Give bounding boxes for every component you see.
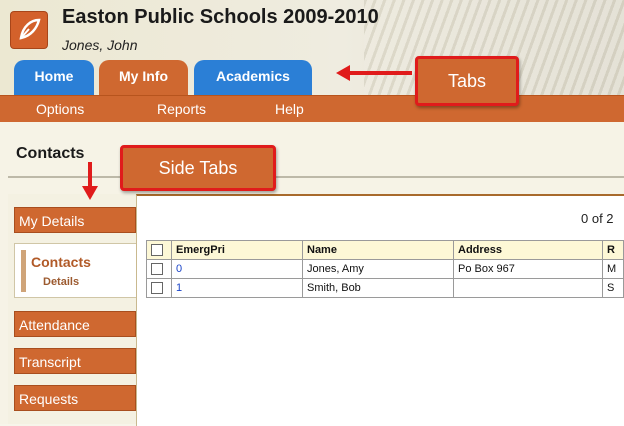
sub-navigation: Options Reports Help — [0, 95, 624, 123]
table-row: 1 Smith, Bob S — [146, 278, 624, 298]
active-indicator — [21, 250, 26, 292]
school-logo-icon — [11, 12, 47, 48]
side-tab-contacts[interactable]: Contacts Details — [14, 243, 138, 298]
side-tab-details-link[interactable]: Details — [43, 276, 79, 288]
column-header-relationship[interactable]: R — [602, 240, 624, 260]
row-select-cell — [146, 278, 172, 298]
contacts-table: EmergPri Name Address R 0 Jones, Amy Po … — [146, 240, 624, 298]
user-name: Jones, John — [62, 37, 138, 53]
callout-tabs: Tabs — [415, 56, 519, 106]
side-tab-transcript[interactable]: Transcript — [14, 348, 136, 374]
subnav-help[interactable]: Help — [275, 101, 304, 117]
callout-side-tabs: Side Tabs — [120, 145, 276, 191]
side-tab-contacts-label: Contacts — [31, 254, 91, 270]
tab-academics[interactable]: Academics — [194, 60, 312, 95]
side-tab-requests[interactable]: Requests — [14, 385, 136, 411]
tab-home[interactable]: Home — [14, 60, 94, 95]
table-header-row: EmergPri Name Address R — [146, 240, 624, 260]
contacts-panel — [136, 194, 624, 426]
side-tab-my-details[interactable]: My Details — [14, 207, 136, 233]
title-divider — [8, 176, 624, 178]
cell-relationship: S — [602, 278, 624, 298]
cell-emergpri[interactable]: 1 — [171, 278, 303, 298]
subnav-options[interactable]: Options — [36, 101, 84, 117]
cell-emergpri[interactable]: 0 — [171, 259, 303, 279]
column-header-emergpri[interactable]: EmergPri — [171, 240, 303, 260]
table-row: 0 Jones, Amy Po Box 967 M — [146, 259, 624, 279]
record-count: 0 of 2 — [581, 211, 614, 226]
school-title: Easton Public Schools 2009-2010 — [62, 6, 379, 28]
app-header: Easton Public Schools 2009-2010 Jones, J… — [0, 0, 624, 95]
row-checkbox[interactable] — [151, 282, 163, 295]
side-tab-attendance[interactable]: Attendance — [14, 311, 136, 337]
select-all-cell — [146, 240, 172, 260]
cell-name: Smith, Bob — [302, 278, 454, 298]
tab-my-info[interactable]: My Info — [99, 60, 188, 95]
cell-name: Jones, Amy — [302, 259, 454, 279]
cell-address: Po Box 967 — [453, 259, 603, 279]
row-checkbox[interactable] — [151, 263, 163, 276]
row-select-cell — [146, 259, 172, 279]
subnav-reports[interactable]: Reports — [157, 101, 206, 117]
cell-relationship: M — [602, 259, 624, 279]
column-header-name[interactable]: Name — [302, 240, 454, 260]
select-all-checkbox[interactable] — [151, 244, 163, 257]
column-header-address[interactable]: Address — [453, 240, 603, 260]
cell-address — [453, 278, 603, 298]
page-title: Contacts — [16, 145, 85, 162]
